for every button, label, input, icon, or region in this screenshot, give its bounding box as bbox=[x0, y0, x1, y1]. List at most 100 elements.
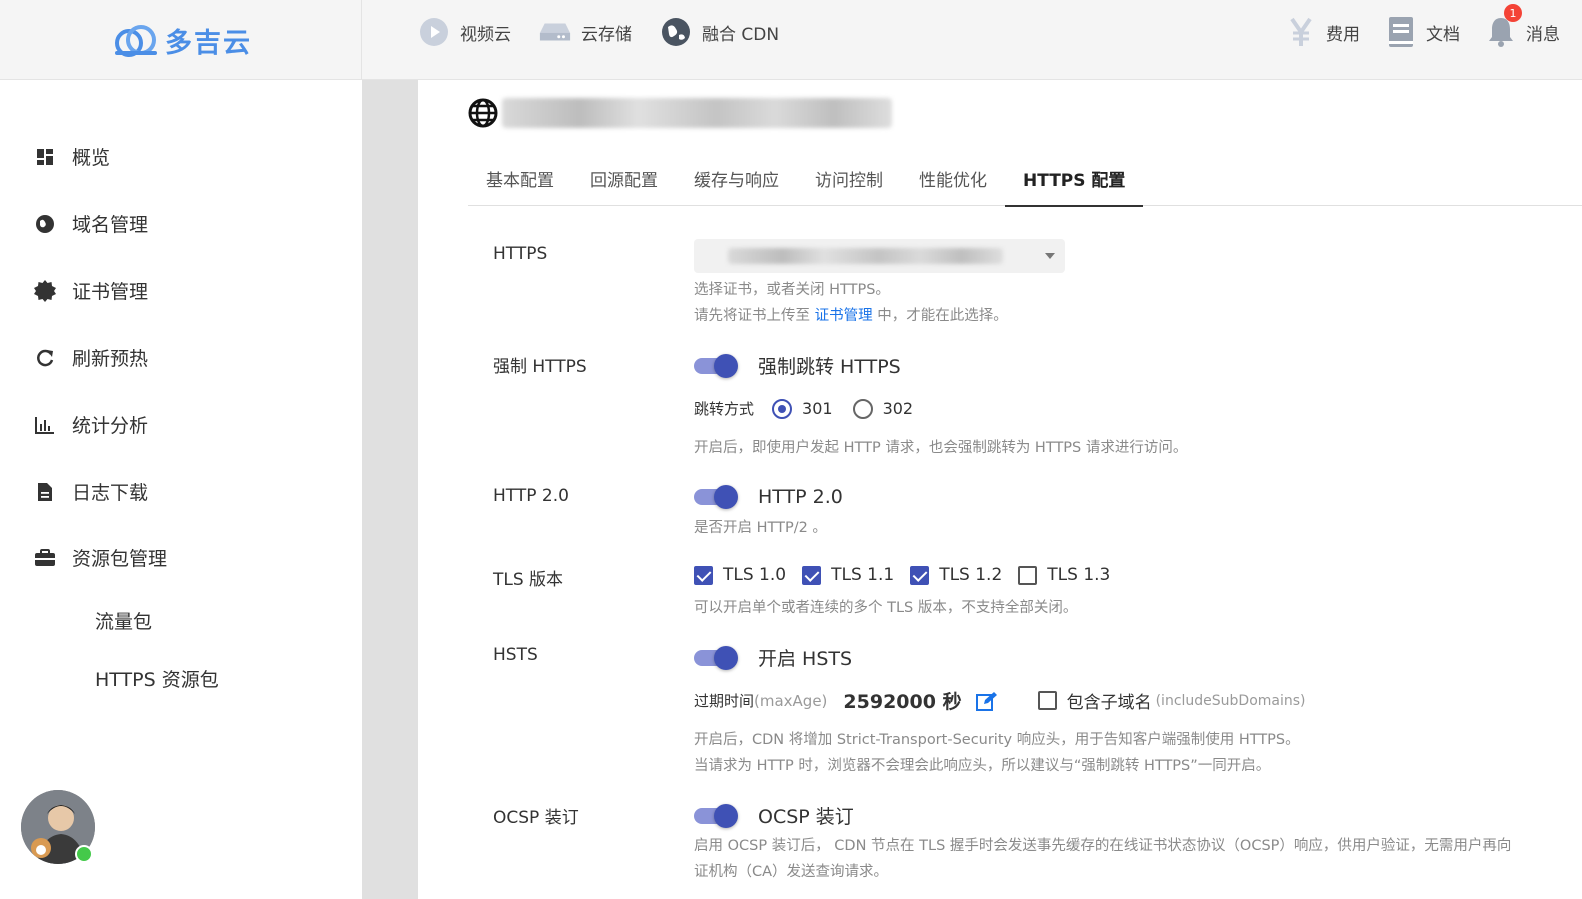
sidebar-subitem-traffic[interactable]: 流量包 bbox=[95, 607, 152, 634]
sidebar-item-packages[interactable]: 资源包管理 bbox=[34, 544, 167, 571]
nav-video-cloud[interactable]: 视频云 bbox=[418, 16, 511, 48]
sidebar-subitem-https-package[interactable]: HTTPS 资源包 bbox=[95, 665, 219, 692]
globe-icon bbox=[660, 16, 692, 48]
https-hint-line1: 选择证书，或者关闭 HTTPS。 bbox=[694, 282, 890, 298]
sidebar-item-overview[interactable]: 概览 bbox=[34, 143, 110, 170]
brand-logo[interactable]: 多吉云 bbox=[0, 0, 362, 80]
radio-301-label: 301 bbox=[802, 399, 833, 418]
cloud-logo-icon bbox=[109, 23, 163, 57]
hsts-toggle-label: 开启 HSTS bbox=[758, 648, 853, 670]
nav-label: 费用 bbox=[1326, 24, 1360, 45]
tls-1-2-checkbox[interactable] bbox=[910, 565, 930, 585]
tab-basic[interactable]: 基本配置 bbox=[468, 162, 572, 206]
tls-label: TLS 版本 bbox=[493, 570, 564, 590]
sidebar: 概览 域名管理 证书管理 刷新预热 统计分析 日志下载 资源包管理 流量包 HT… bbox=[0, 80, 362, 899]
tls-hint: 可以开启单个或者连续的多个 TLS 版本，不支持全部关闭。 bbox=[694, 600, 1078, 616]
sidebar-item-certificates[interactable]: 证书管理 bbox=[34, 277, 148, 304]
force-https-toggle-label: 强制跳转 HTTPS bbox=[758, 356, 901, 378]
nav-docs[interactable]: 文档 bbox=[1386, 16, 1460, 48]
chevron-down-icon bbox=[1045, 253, 1055, 259]
sidebar-item-label: 统计分析 bbox=[72, 415, 149, 437]
certificate-select[interactable] bbox=[694, 239, 1065, 273]
brand-name: 多吉云 bbox=[165, 27, 252, 59]
force-https-hint: 开启后，即使用户发起 HTTP 请求，也会强制跳转为 HTTPS 请求进行访问。 bbox=[694, 440, 1188, 456]
hsts-row: 开启 HSTS bbox=[694, 644, 852, 671]
bar-chart-icon bbox=[34, 414, 56, 436]
ocsp-toggle[interactable] bbox=[694, 803, 738, 828]
http2-row: HTTP 2.0 bbox=[694, 485, 843, 509]
redirect-method-row: 跳转方式 301 302 bbox=[694, 398, 913, 419]
hsts-toggle[interactable] bbox=[694, 645, 738, 670]
certificate-seal-icon bbox=[34, 279, 56, 302]
yen-icon bbox=[1286, 16, 1316, 48]
tls-1-0-checkbox[interactable] bbox=[694, 565, 713, 585]
nav-cdn[interactable]: 融合 CDN bbox=[660, 16, 779, 48]
ocsp-hint: 启用 OCSP 装订后， CDN 节点在 TLS 握手时会发送事先缓存的在线证书… bbox=[694, 833, 1582, 885]
https-hint: 选择证书，或者关闭 HTTPS。 请先将证书上传至 证书管理 中，才能在此选择。 bbox=[694, 277, 1008, 329]
hint-text: 请先将证书上传至 bbox=[694, 308, 815, 324]
document-book-icon bbox=[1386, 16, 1416, 48]
force-https-label: 强制 HTTPS bbox=[493, 357, 587, 377]
domain-title bbox=[468, 98, 892, 128]
right-nav: 费用 文档 1 消息 bbox=[1260, 0, 1560, 64]
tls-1-1-checkbox[interactable] bbox=[802, 565, 822, 585]
nav-label: 融合 CDN bbox=[702, 24, 780, 45]
http2-hint: 是否开启 HTTP/2 。 bbox=[694, 520, 827, 536]
tls-1-3-label: TLS 1.3 bbox=[1047, 565, 1111, 585]
force-https-toggle[interactable] bbox=[694, 353, 738, 378]
ocsp-row: OCSP 装订 bbox=[694, 802, 854, 829]
tab-origin[interactable]: 回源配置 bbox=[572, 162, 676, 206]
storage-drive-icon bbox=[539, 16, 571, 48]
include-subdomains-checkbox[interactable] bbox=[1037, 691, 1057, 710]
tab-performance[interactable]: 性能优化 bbox=[901, 162, 1005, 206]
hsts-maxage-row: 过期时间 (maxAge) 2592000 秒 包含子域名 (includeSu… bbox=[694, 687, 1306, 714]
briefcase-icon bbox=[34, 547, 56, 569]
include-subdomains-label: 包含子域名 bbox=[1066, 693, 1152, 713]
play-circle-icon bbox=[418, 16, 450, 48]
nav-cloud-storage[interactable]: 云存储 bbox=[539, 16, 632, 48]
config-tabs: 基本配置 回源配置 缓存与响应 访问控制 性能优化 HTTPS 配置 bbox=[468, 162, 1582, 207]
hsts-hint-line2: 当请求为 HTTP 时，浏览器不会理会此响应头，所以建议与“强制跳转 HTTPS… bbox=[694, 758, 1271, 774]
top-nav: 视频云 云存储 融合 CDN bbox=[418, 0, 807, 64]
http2-toggle[interactable] bbox=[694, 485, 738, 509]
sidebar-item-label: 刷新预热 bbox=[72, 348, 149, 370]
tab-cache[interactable]: 缓存与响应 bbox=[676, 162, 797, 206]
sidebar-item-label: 概览 bbox=[72, 147, 111, 169]
nav-billing[interactable]: 费用 bbox=[1286, 16, 1360, 48]
sidebar-item-logs[interactable]: 日志下载 bbox=[34, 478, 148, 505]
nav-messages[interactable]: 1 消息 bbox=[1486, 4, 1560, 48]
dashboard-icon bbox=[34, 146, 56, 168]
include-subdomains-key: (includeSubDomains) bbox=[1155, 692, 1306, 709]
maxage-key: (maxAge) bbox=[754, 691, 828, 710]
tls-1-2-label: TLS 1.2 bbox=[939, 565, 1003, 585]
maxage-value: 2592000 秒 bbox=[843, 691, 962, 713]
sidebar-item-analytics[interactable]: 统计分析 bbox=[34, 411, 148, 438]
tls-1-1-label: TLS 1.1 bbox=[831, 565, 895, 585]
http2-label: HTTP 2.0 bbox=[493, 486, 569, 506]
redirect-method-label: 跳转方式 bbox=[694, 400, 755, 418]
nav-label: 文档 bbox=[1426, 24, 1460, 45]
sidebar-item-refresh[interactable]: 刷新预热 bbox=[34, 344, 148, 371]
tab-https[interactable]: HTTPS 配置 bbox=[1005, 162, 1144, 207]
radio-302-label: 302 bbox=[882, 399, 914, 418]
globe-icon bbox=[468, 98, 498, 128]
certificate-management-link[interactable]: 证书管理 bbox=[815, 308, 873, 324]
nav-label: 消息 bbox=[1526, 24, 1560, 45]
tls-1-0-label: TLS 1.0 bbox=[723, 565, 787, 585]
sidebar-item-domains[interactable]: 域名管理 bbox=[34, 210, 148, 237]
radio-302[interactable] bbox=[852, 398, 873, 419]
ocsp-toggle-label: OCSP 装订 bbox=[758, 806, 854, 828]
content-gutter bbox=[362, 80, 418, 899]
sidebar-item-label: 日志下载 bbox=[72, 482, 149, 504]
https-hint-line2: 请先将证书上传至 证书管理 中，才能在此选择。 bbox=[694, 303, 1008, 329]
radio-301[interactable] bbox=[772, 398, 793, 419]
tab-access-control[interactable]: 访问控制 bbox=[797, 162, 901, 206]
edit-icon[interactable] bbox=[975, 691, 998, 711]
refresh-icon bbox=[34, 347, 56, 369]
ocsp-hint-line1: 启用 OCSP 装订后， CDN 节点在 TLS 握手时会发送事先缓存的在线证书… bbox=[694, 838, 1512, 854]
tls-1-3-checkbox[interactable] bbox=[1018, 565, 1038, 585]
top-header: 多吉云 视频云 云存储 融合 CDN 费用 文档 1 消息 bbox=[0, 0, 1582, 80]
force-https-row: 强制跳转 HTTPS bbox=[694, 352, 901, 379]
redacted-domain-name bbox=[502, 98, 892, 128]
https-label: HTTPS bbox=[493, 244, 548, 264]
